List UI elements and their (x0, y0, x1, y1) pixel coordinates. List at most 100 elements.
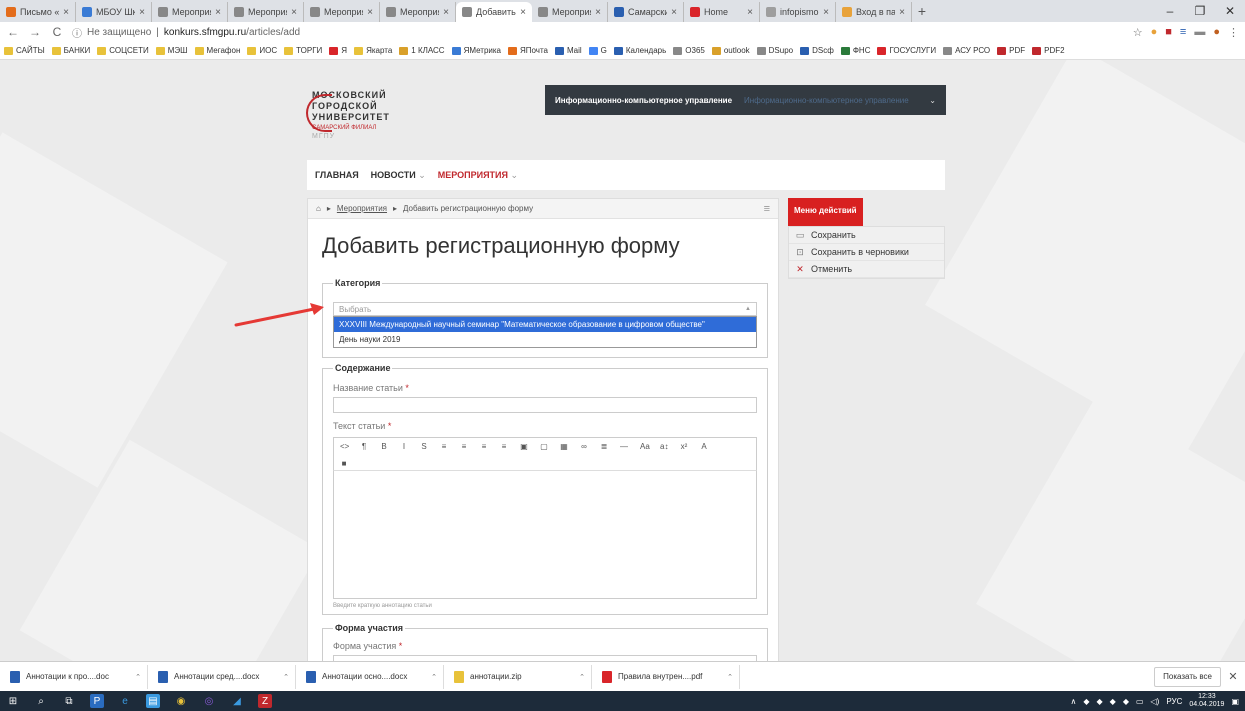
hamburger-icon[interactable]: ≡ (764, 203, 770, 215)
chevron-up-icon[interactable]: ⌃ (135, 673, 141, 681)
tab-close-icon[interactable]: × (823, 7, 829, 18)
bookmark-item[interactable]: ИОС (247, 46, 277, 55)
maximize-icon[interactable]: ❐ (1185, 4, 1215, 18)
search-icon[interactable]: ⌕ (34, 694, 48, 708)
article-title-input[interactable] (333, 397, 757, 413)
reload-icon[interactable]: C (50, 25, 64, 39)
viber-icon[interactable]: ◎ (202, 694, 216, 708)
bookmark-item[interactable]: 1 КЛАСС (399, 46, 445, 55)
browser-tab[interactable]: Добавить ре × (456, 2, 532, 22)
editor-tool-icon[interactable]: A (700, 442, 708, 451)
browser-tab[interactable]: Мероприяти × (152, 2, 228, 22)
tray-up-icon[interactable]: ∧ (1070, 697, 1076, 706)
bookmark-item[interactable]: Календарь (613, 46, 666, 55)
browser-tab[interactable]: Мероприяти × (228, 2, 304, 22)
tab-close-icon[interactable]: × (291, 7, 297, 18)
extension-icon[interactable]: ≡ (1180, 26, 1186, 38)
bookmark-item[interactable]: СОЦСЕТИ (97, 46, 149, 55)
new-tab-button[interactable]: + (912, 2, 932, 22)
url-field[interactable]: ⓘ Не защищено | konkurs.sfmgpu.ru/articl… (72, 24, 1125, 40)
extension-icon[interactable]: ■ (1165, 26, 1172, 38)
editor-tool-icon[interactable]: a↕ (660, 442, 668, 451)
chrome-icon[interactable]: ◉ (174, 694, 188, 708)
bookmark-item[interactable]: PDF2 (1032, 46, 1065, 55)
notifications-icon[interactable]: ▣ (1231, 697, 1239, 706)
editor-tool-icon[interactable]: ▦ (560, 442, 568, 451)
chevron-up-icon[interactable]: ⌃ (727, 673, 733, 681)
bookmark-item[interactable]: Я (329, 46, 347, 55)
bookmark-item[interactable]: Якарта (354, 46, 392, 55)
menu-dots-icon[interactable]: ⋮ (1228, 26, 1239, 39)
browser-tab[interactable]: МБОУ Школа × (76, 2, 152, 22)
chevron-up-icon[interactable]: ⌃ (283, 673, 289, 681)
editor-tool-icon[interactable]: ≣ (600, 442, 608, 451)
tab-close-icon[interactable]: × (215, 7, 221, 18)
editor-tool-icon[interactable]: ≡ (480, 442, 488, 451)
download-item[interactable]: Аннотации осно....docx ⌃ (300, 664, 444, 689)
show-all-downloads-button[interactable]: Показать все (1154, 666, 1221, 687)
browser-tab[interactable]: Мероприяти × (380, 2, 456, 22)
article-text-editor[interactable] (333, 471, 757, 599)
browser-tab[interactable]: Мероприяти × (304, 2, 380, 22)
action-item[interactable]: ⊡ Сохранить в черновики (789, 244, 944, 261)
tray-app-icon[interactable]: ◆ (1123, 697, 1129, 706)
clock[interactable]: 12:33 04.04.2019 (1189, 693, 1224, 709)
bookmark-item[interactable]: АСУ РСО (943, 46, 990, 55)
tab-close-icon[interactable]: × (595, 7, 601, 18)
editor-tool-icon[interactable]: ≡ (440, 442, 448, 451)
tab-close-icon[interactable]: × (899, 7, 905, 18)
editor-tool-icon[interactable]: <> (340, 442, 349, 451)
app-icon[interactable]: P (90, 694, 104, 708)
editor-tool-icon[interactable]: I (400, 442, 408, 451)
editor-tool-icon[interactable]: ¶ (360, 442, 368, 451)
bookmark-item[interactable]: DSupo (756, 46, 793, 55)
back-icon[interactable]: ← (6, 25, 20, 39)
browser-tab[interactable]: Вход в панел× (836, 2, 912, 22)
browser-tab[interactable]: Мероприяти × (532, 2, 608, 22)
browser-tab[interactable]: Самарский ф × (608, 2, 684, 22)
bookmark-item[interactable]: ФНС (840, 46, 870, 55)
action-item[interactable]: ▭ Сохранить (789, 227, 944, 244)
extension-icon[interactable]: ▬ (1194, 26, 1205, 38)
bookmark-item[interactable]: G (588, 46, 607, 55)
forward-icon[interactable]: → (28, 25, 42, 39)
action-item[interactable]: ✕ Отменить (789, 261, 944, 278)
editor-tool-icon[interactable]: ■ (340, 459, 348, 468)
editor-tool-icon[interactable]: — (620, 442, 628, 451)
editor-tool-icon[interactable]: ▣ (520, 442, 528, 451)
tab-close-icon[interactable]: × (367, 7, 373, 18)
download-item[interactable]: Правила внутрен....pdf ⌃ (596, 664, 740, 689)
language-indicator[interactable]: РУС (1166, 697, 1182, 706)
network-icon[interactable]: ▭ (1136, 697, 1144, 706)
bookmark-item[interactable]: DScф (800, 46, 834, 55)
chevron-up-icon[interactable]: ⌃ (431, 673, 437, 681)
category-option[interactable]: XXXVIII Международный научный семинар "М… (334, 317, 756, 332)
editor-tool-icon[interactable]: Aa (640, 442, 650, 451)
download-item[interactable]: Аннотации к про....doc ⌃ (4, 664, 148, 689)
tab-close-icon[interactable]: × (747, 7, 753, 18)
close-downloads-icon[interactable]: ✕ (1225, 670, 1241, 683)
tray-app-icon[interactable]: ◆ (1097, 697, 1103, 706)
editor-tool-icon[interactable]: ≡ (500, 442, 508, 451)
tray-app-icon[interactable]: ◆ (1083, 697, 1089, 706)
university-logo[interactable]: МОСКОВСКИЙ ГОРОДСКОЙ УНИВЕРСИТЕТ САМАРСК… (306, 90, 390, 141)
bookmark-item[interactable]: ЯПочта (507, 46, 548, 55)
profile-icon[interactable]: ● (1213, 26, 1220, 38)
bookmark-item[interactable]: PDF (997, 46, 1025, 55)
bookmark-item[interactable]: ТОРГИ (284, 46, 322, 55)
editor-tool-icon[interactable]: ▢ (540, 442, 548, 451)
volume-icon[interactable]: ◁) (1151, 697, 1160, 706)
tab-close-icon[interactable]: × (671, 7, 677, 18)
bookmark-item[interactable]: Мегафон (194, 46, 240, 55)
download-item[interactable]: Аннотации сред....docx ⌃ (152, 664, 296, 689)
editor-tool-icon[interactable]: x² (680, 442, 688, 451)
tab-close-icon[interactable]: × (139, 7, 145, 18)
tray-app-icon[interactable]: ◆ (1110, 697, 1116, 706)
bookmark-item[interactable]: Mail (554, 46, 582, 55)
windows-start-icon[interactable]: ⊞ (6, 694, 20, 708)
browser-tab[interactable]: Home × (684, 2, 760, 22)
bookmark-item[interactable]: БАНКИ (51, 46, 90, 55)
tab-close-icon[interactable]: × (443, 7, 449, 18)
bookmark-item[interactable]: ГОСУСЛУГИ (877, 46, 936, 55)
browser-tab[interactable]: Письмо «инф× (0, 2, 76, 22)
